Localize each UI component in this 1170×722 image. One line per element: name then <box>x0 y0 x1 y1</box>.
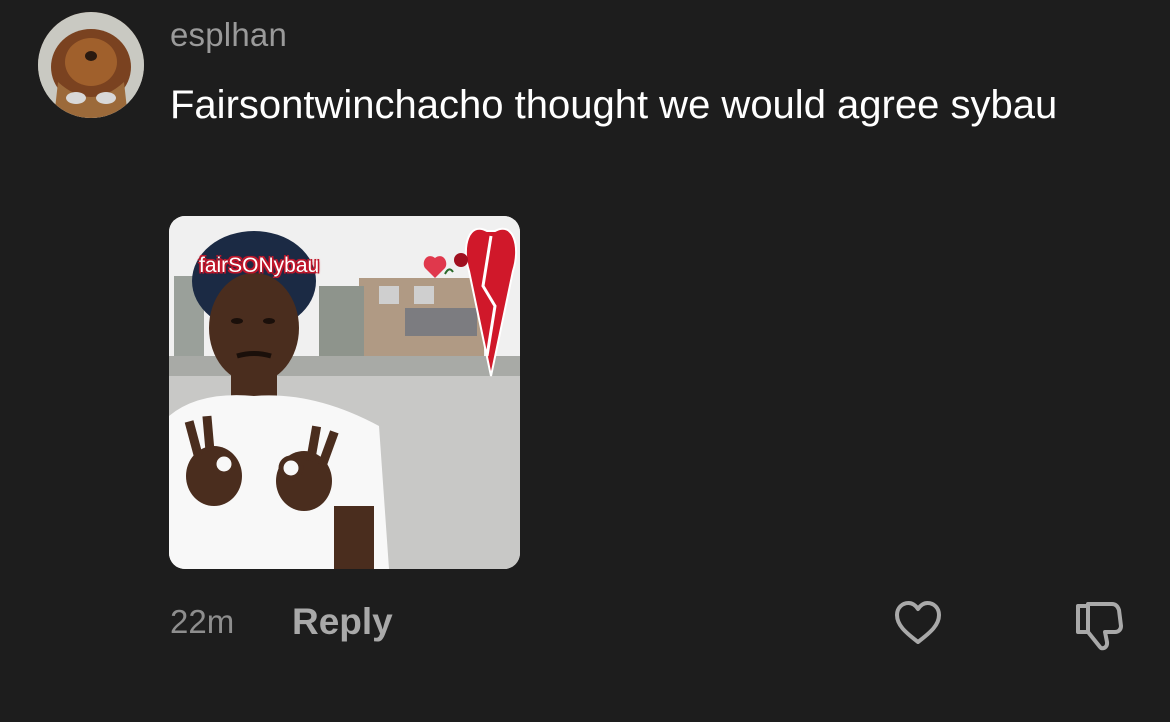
like-button[interactable] <box>893 599 943 647</box>
user-avatar[interactable] <box>38 12 144 118</box>
comment-text: Fairsontwinchacho thought we would agree… <box>170 83 1058 127</box>
comment-image[interactable]: fairSONybau <box>169 216 520 569</box>
dislike-button[interactable] <box>1070 598 1126 652</box>
meme-caption: fairSONybau <box>199 254 320 277</box>
reply-button[interactable]: Reply <box>292 601 393 643</box>
thumbs-down-outline-icon <box>1076 602 1123 651</box>
comment-username[interactable]: esplhan <box>170 16 287 54</box>
heart-outline-icon <box>895 601 941 644</box>
avatar-image <box>38 12 144 118</box>
comment-timestamp: 22m <box>170 603 235 640</box>
